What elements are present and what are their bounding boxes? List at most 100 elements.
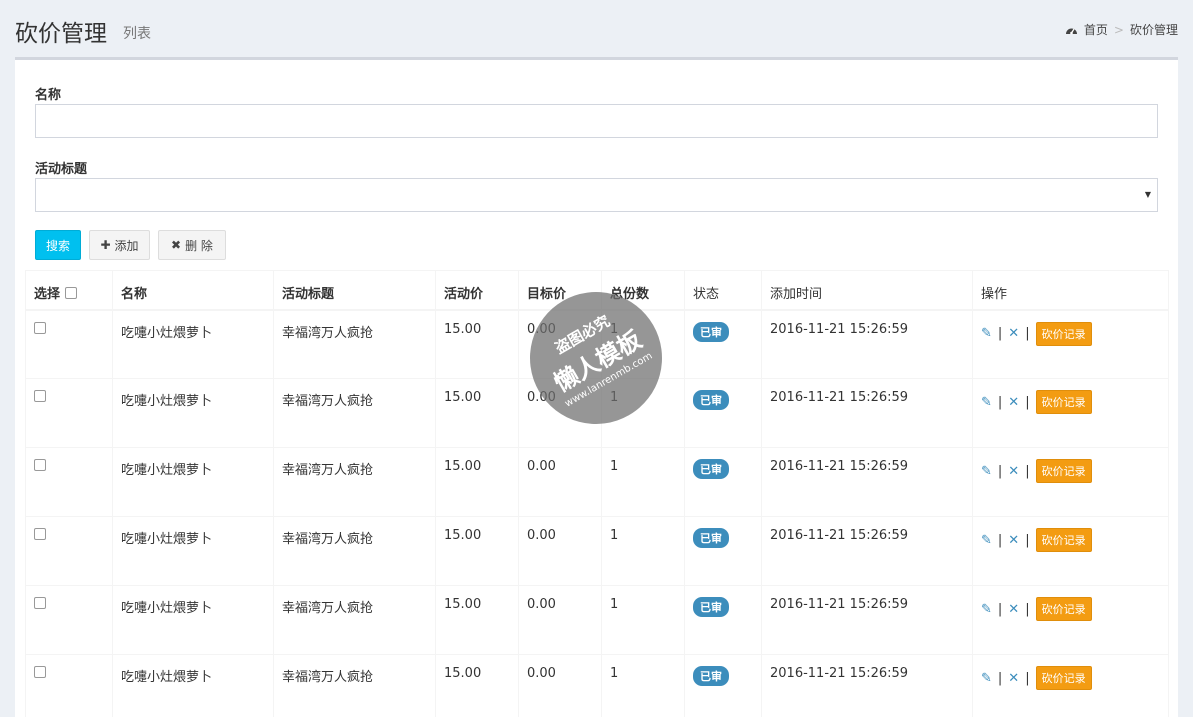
bargain-record-button[interactable]: 砍价记录 bbox=[1035, 459, 1092, 483]
cell-price: 15.00 bbox=[435, 378, 519, 448]
cell-time: 2016-11-21 15:26:59 bbox=[761, 309, 973, 379]
cell-activity: 幸福湾万人疯抢 bbox=[273, 585, 436, 655]
status-badge: 已审 bbox=[693, 390, 729, 410]
delete-icon[interactable]: ✕ bbox=[1008, 671, 1019, 686]
cell-name: 吃嚏小灶煨萝卜 bbox=[112, 309, 274, 379]
plus-icon: ✚ bbox=[100, 238, 111, 252]
row-checkbox[interactable] bbox=[34, 597, 46, 609]
cell-time: 2016-11-21 15:26:59 bbox=[761, 654, 973, 717]
cell-name: 吃嚏小灶煨萝卜 bbox=[112, 378, 274, 448]
activity-select[interactable]: ▼ bbox=[35, 178, 1158, 212]
cell-name: 吃嚏小灶煨萝卜 bbox=[112, 585, 274, 655]
cell-price: 15.00 bbox=[435, 516, 519, 586]
row-checkbox[interactable] bbox=[34, 459, 46, 471]
divider: | bbox=[1025, 601, 1030, 617]
cell-count: 1 bbox=[601, 447, 685, 517]
edit-icon[interactable]: ✎ bbox=[981, 671, 992, 686]
search-button[interactable]: 搜索 bbox=[35, 230, 81, 260]
column-header: 添加时间 bbox=[761, 270, 973, 310]
cell-activity: 幸福湾万人疯抢 bbox=[273, 378, 436, 448]
bargain-record-button[interactable]: 砍价记录 bbox=[1035, 666, 1092, 690]
status-badge: 已审 bbox=[693, 666, 729, 686]
cell-activity: 幸福湾万人疯抢 bbox=[273, 447, 436, 517]
row-actions: ✎ | ✕ | 砍价记录 bbox=[981, 390, 1160, 414]
edit-icon[interactable]: ✎ bbox=[981, 395, 992, 410]
table-row: 吃嚏小灶煨萝卜 幸福湾万人疯抢 15.00 0.00 1 已审 2016-11-… bbox=[25, 447, 1169, 517]
cell-name: 吃嚏小灶煨萝卜 bbox=[112, 654, 274, 717]
cell-time: 2016-11-21 15:26:59 bbox=[761, 516, 973, 586]
breadcrumb-current: 砍价管理 bbox=[1129, 23, 1178, 37]
cell-price: 15.00 bbox=[435, 585, 519, 655]
row-actions: ✎ | ✕ | 砍价记录 bbox=[981, 321, 1160, 346]
row-checkbox[interactable] bbox=[34, 321, 46, 334]
delete-icon[interactable]: ✕ bbox=[1008, 602, 1019, 617]
bargain-record-button[interactable]: 砍价记录 bbox=[1035, 321, 1092, 346]
status-badge: 已审 bbox=[693, 597, 729, 617]
edit-icon[interactable]: ✎ bbox=[981, 533, 992, 548]
bargain-record-button[interactable]: 砍价记录 bbox=[1035, 390, 1092, 414]
divider: | bbox=[997, 532, 1003, 548]
edit-icon[interactable]: ✎ bbox=[981, 464, 992, 479]
divider: | bbox=[1025, 463, 1030, 479]
close-icon: ✖ bbox=[171, 238, 182, 252]
divider: | bbox=[1025, 532, 1030, 548]
divider: | bbox=[997, 670, 1003, 686]
delete-button[interactable]: ✖ 删 除 bbox=[158, 230, 226, 260]
page-title: 砍价管理 bbox=[15, 21, 107, 47]
cell-activity: 幸福湾万人疯抢 bbox=[273, 309, 436, 379]
cell-target: 0.00 bbox=[518, 654, 602, 717]
row-actions: ✎ | ✕ | 砍价记录 bbox=[981, 459, 1160, 483]
breadcrumb-home[interactable]: 首页 bbox=[1084, 21, 1108, 38]
cell-time: 2016-11-21 15:26:59 bbox=[761, 378, 973, 448]
cell-name: 吃嚏小灶煨萝卜 bbox=[112, 516, 274, 586]
table-row: 吃嚏小灶煨萝卜 幸福湾万人疯抢 15.00 0.00 1 已审 2016-11-… bbox=[25, 654, 1169, 717]
row-checkbox[interactable] bbox=[34, 666, 46, 678]
cell-price: 15.00 bbox=[435, 654, 519, 717]
row-checkbox[interactable] bbox=[34, 390, 46, 402]
row-actions: ✎ | ✕ | 砍价记录 bbox=[981, 597, 1160, 621]
cell-target: 0.00 bbox=[518, 447, 602, 517]
divider: | bbox=[997, 394, 1003, 410]
select-all-checkbox[interactable] bbox=[64, 287, 77, 299]
column-header: 状态 bbox=[684, 270, 762, 310]
edit-icon[interactable]: ✎ bbox=[981, 326, 992, 341]
row-checkbox[interactable] bbox=[34, 528, 46, 540]
delete-icon[interactable]: ✕ bbox=[1008, 464, 1019, 479]
column-header: 名称 bbox=[112, 270, 274, 310]
cell-target: 0.00 bbox=[518, 516, 602, 586]
divider: | bbox=[1025, 394, 1030, 410]
cell-price: 15.00 bbox=[435, 447, 519, 517]
cell-count: 1 bbox=[601, 585, 685, 655]
delete-icon[interactable]: ✕ bbox=[1008, 395, 1019, 410]
breadcrumb: 首页 > 砍价管理 bbox=[1065, 21, 1178, 38]
cell-price: 15.00 bbox=[435, 309, 519, 379]
divider: | bbox=[1025, 326, 1030, 341]
edit-icon[interactable]: ✎ bbox=[981, 602, 992, 617]
cell-time: 2016-11-21 15:26:59 bbox=[761, 447, 973, 517]
name-input[interactable] bbox=[35, 104, 1158, 138]
bargain-record-button[interactable]: 砍价记录 bbox=[1035, 597, 1092, 621]
dashboard-icon bbox=[1065, 28, 1077, 35]
caret-down-icon: ▼ bbox=[1144, 190, 1151, 199]
activity-label: 活动标题 bbox=[35, 162, 88, 177]
cell-count: 1 bbox=[601, 516, 685, 586]
bargain-record-button[interactable]: 砍价记录 bbox=[1035, 528, 1092, 552]
cell-target: 0.00 bbox=[518, 585, 602, 655]
status-badge: 已审 bbox=[693, 321, 729, 342]
delete-icon[interactable]: ✕ bbox=[1008, 326, 1019, 341]
divider: | bbox=[1025, 670, 1030, 686]
add-button[interactable]: ✚ 添加 bbox=[89, 230, 150, 260]
row-actions: ✎ | ✕ | 砍价记录 bbox=[981, 666, 1160, 690]
divider: | bbox=[997, 326, 1003, 341]
cell-time: 2016-11-21 15:26:59 bbox=[761, 585, 973, 655]
column-header: 活动价 bbox=[435, 270, 519, 310]
cell-activity: 幸福湾万人疯抢 bbox=[273, 516, 436, 586]
column-header: 活动标题 bbox=[273, 270, 436, 310]
page-header: 砍价管理 列表 首页 > 砍价管理 bbox=[0, 0, 1193, 56]
table-row: 吃嚏小灶煨萝卜 幸福湾万人疯抢 15.00 0.00 1 已审 2016-11-… bbox=[25, 516, 1169, 586]
table-row: 吃嚏小灶煨萝卜 幸福湾万人疯抢 15.00 0.00 1 已审 2016-11-… bbox=[25, 585, 1169, 655]
column-header: 选择 bbox=[25, 270, 113, 310]
status-badge: 已审 bbox=[693, 459, 729, 479]
delete-icon[interactable]: ✕ bbox=[1008, 533, 1019, 548]
divider: | bbox=[997, 463, 1003, 479]
